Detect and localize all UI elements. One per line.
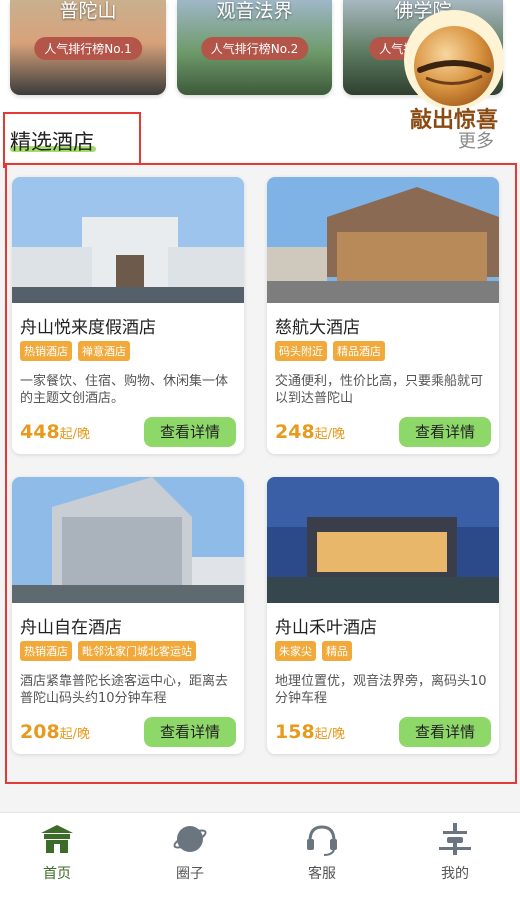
price: 208起/晚 [20,721,90,743]
hotel-description: 酒店紧靠普陀长途客运中心，距离去普陀山码头约10分钟车程 [20,674,229,706]
hotel-card[interactable]: 舟山悦来度假酒店 热销酒店 禅意酒店 一家餐饮、住宿、购物、休闲集一体的主题文创… [12,177,244,454]
attraction-name: 观音法界 [216,0,293,22]
tab-circle[interactable]: 圈子 [125,813,255,898]
headset-icon [307,825,337,856]
hotel-name: 舟山悦来度假酒店 [20,318,156,338]
tag: 热销酒店 [20,641,72,661]
price-unit: 起/晚 [59,727,91,742]
tag: 热销酒店 [20,341,72,361]
hotel-card[interactable]: 舟山禾叶酒店 朱家尖 精品 地理位置优，观音法界旁，离码头10分钟车程 158起… [267,477,499,754]
hotel-description: 一家餐饮、住宿、购物、休闲集一体的主题文创酒店。 [20,374,229,406]
view-details-button[interactable]: 查看详情 [399,717,491,747]
tab-label: 我的 [441,866,469,882]
hotel-image [12,477,244,603]
price-unit: 起/晚 [314,727,346,742]
hotel-card[interactable]: 慈航大酒店 码头附近 精品酒店 交通便利，性价比高，只要乘船就可以到达普陀山 2… [267,177,499,454]
price-value: 248 [275,421,315,443]
hotel-description: 地理位置优，观音法界旁，离码头10分钟车程 [275,674,487,706]
rank-badge: 人气排行榜No.1 [34,37,142,60]
price: 448起/晚 [20,421,90,443]
view-details-button[interactable]: 查看详情 [399,417,491,447]
rank-badge: 人气排行榜No.2 [200,37,309,60]
price-unit: 起/晚 [59,427,91,442]
tag: 毗邻沈家门城北客运站 [78,641,196,661]
hotel-name: 舟山禾叶酒店 [275,618,377,638]
price: 248起/晚 [275,421,345,443]
price-value: 158 [275,721,315,743]
tag-list: 热销酒店 禅意酒店 [20,341,130,361]
tag: 码头附近 [275,341,327,361]
tag-list: 热销酒店 毗邻沈家门城北客运站 [20,641,196,661]
hotel-image [12,177,244,303]
tab-mine[interactable]: 我的 [390,813,520,898]
hotel-name: 舟山自在酒店 [20,618,122,638]
attraction-card-1[interactable]: 普陀山 人气排行榜No.1 [10,0,166,95]
tab-label: 圈子 [176,866,204,882]
tag: 朱家尖 [275,641,316,661]
price-value: 208 [20,721,60,743]
hotel-name: 慈航大酒店 [275,318,360,338]
tag: 禅意酒店 [78,341,130,361]
view-details-button[interactable]: 查看详情 [144,717,236,747]
tag-list: 码头附近 精品酒店 [275,341,385,361]
attraction-card-2[interactable]: 观音法界 人气排行榜No.2 [177,0,332,95]
tab-service[interactable]: 客服 [257,813,387,898]
tab-label: 客服 [308,866,336,882]
hotel-card[interactable]: 舟山自在酒店 热销酒店 毗邻沈家门城北客运站 酒店紧靠普陀长途客运中心，距离去普… [12,477,244,754]
promo-text: 敲出惊喜 [409,108,498,133]
tab-label: 首页 [43,866,71,882]
price: 158起/晚 [275,721,345,743]
tag-list: 朱家尖 精品 [275,641,352,661]
user-icon [439,823,471,855]
planet-icon [173,826,207,852]
attraction-name: 普陀山 [59,0,117,22]
tab-home[interactable]: 首页 [0,813,122,898]
title-highlight-box [3,112,141,168]
view-details-button[interactable]: 查看详情 [144,417,236,447]
promo-egg-button[interactable]: 敲出惊喜 [396,8,512,133]
price-value: 448 [20,421,60,443]
bottom-tabbar: 首页 圈子 客服 我的 [0,812,520,898]
hotel-description: 交通便利，性价比高，只要乘船就可以到达普陀山 [275,374,484,406]
temple-icon [41,825,73,853]
hotel-image [267,477,499,603]
hotel-image [267,177,499,303]
price-unit: 起/晚 [314,427,346,442]
tag: 精品 [322,641,352,661]
tag: 精品酒店 [333,341,385,361]
